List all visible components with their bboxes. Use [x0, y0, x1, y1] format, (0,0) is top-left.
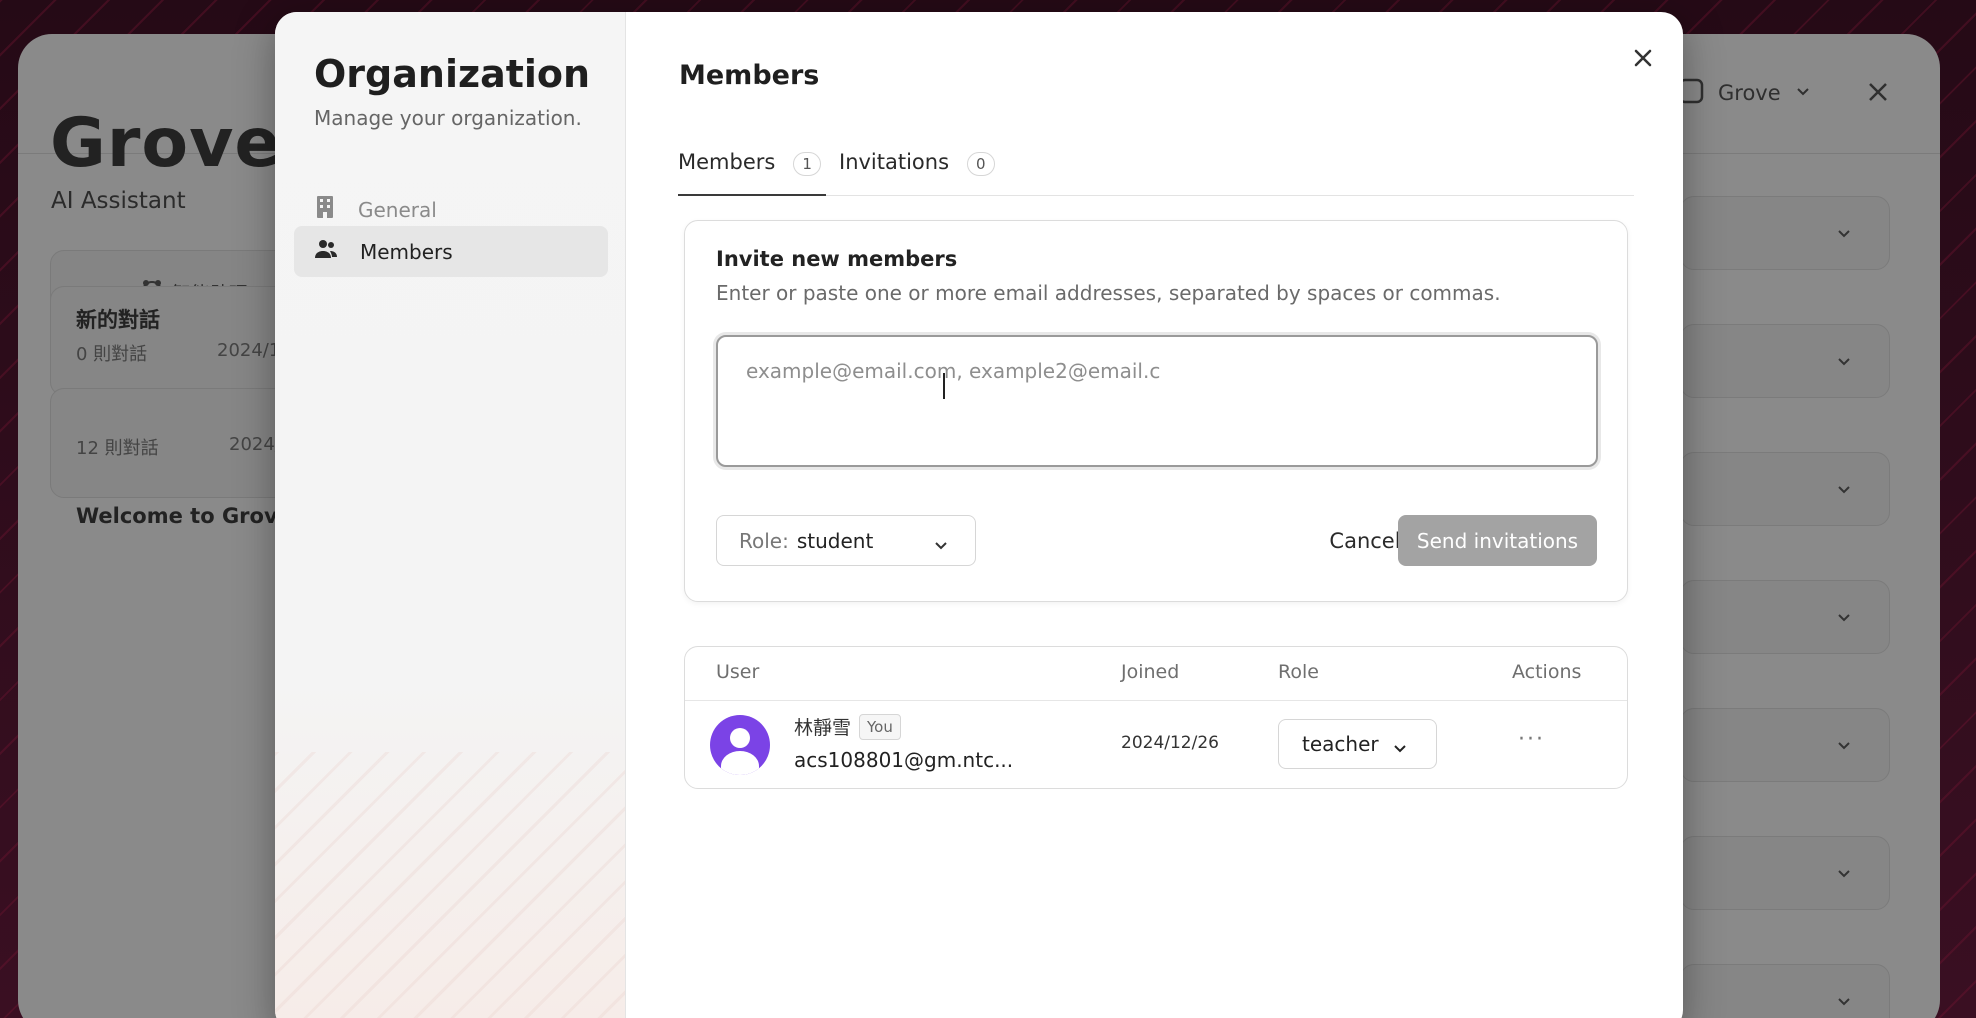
building-icon — [314, 195, 336, 224]
members-table: User Joined Role Actions 林靜雪 You acs1088… — [684, 646, 1628, 789]
collapsible-row[interactable] — [1680, 836, 1890, 910]
chevron-down-icon — [1836, 350, 1852, 374]
chevron-down-icon — [1836, 862, 1852, 886]
column-header-role: Role — [1278, 661, 1319, 683]
workspace-switcher[interactable]: Grove — [1678, 78, 1811, 108]
sidebar-item-label: General — [358, 197, 437, 222]
tab-label: Invitations — [839, 150, 950, 174]
chevron-down-icon — [1836, 606, 1852, 630]
user-name: 林靜雪 — [794, 717, 852, 739]
workspace-name: Grove — [1718, 81, 1781, 105]
email-input[interactable] — [716, 335, 1598, 467]
app-subtitle: AI Assistant — [51, 188, 186, 214]
modal-sidebar: Organization Manage your organization. G… — [275, 12, 626, 1018]
organization-subtitle: Manage your organization. — [314, 106, 582, 130]
chevron-down-icon — [1795, 83, 1811, 103]
collapsible-row[interactable] — [1680, 708, 1890, 782]
more-actions-icon[interactable]: ··· — [1518, 727, 1545, 752]
member-role-select[interactable]: teacher — [1278, 719, 1437, 769]
app-title: Grove — [50, 104, 282, 183]
column-header-user: User — [716, 661, 760, 683]
user-email: acs108801@gm.ntc... — [794, 748, 1014, 772]
user-name-cell: 林靜雪 You — [794, 713, 901, 740]
chevron-down-icon — [1836, 222, 1852, 246]
chevron-down-icon — [1392, 737, 1408, 761]
conversation-count: 12 則對話 — [76, 438, 159, 459]
invite-description: Enter or paste one or more email address… — [716, 281, 1501, 305]
sidebar-item-label: Members — [360, 239, 453, 264]
you-badge: You — [859, 713, 901, 740]
collapsible-row[interactable] — [1680, 580, 1890, 654]
collapsible-row[interactable] — [1680, 452, 1890, 526]
invite-title: Invite new members — [716, 247, 958, 271]
role-select-value: student — [796, 528, 874, 553]
page-title: Members — [679, 60, 820, 91]
chevron-down-icon — [1836, 478, 1852, 502]
conversation-title: 新的對話 — [76, 308, 160, 332]
tab-label: Members — [678, 150, 776, 174]
count-badge: 0 — [967, 152, 995, 176]
organization-modal: Organization Manage your organization. G… — [275, 12, 1683, 1018]
column-header-joined: Joined — [1121, 661, 1180, 683]
role-select[interactable]: Role: student — [716, 515, 976, 566]
chevron-down-icon — [1836, 734, 1852, 758]
tab-invitations[interactable]: Invitations 0 — [839, 136, 995, 196]
column-header-actions: Actions — [1512, 661, 1582, 683]
conversation-count: 0 則對話 — [76, 344, 148, 365]
collapsible-row[interactable] — [1680, 324, 1890, 398]
tab-members[interactable]: Members 1 — [678, 136, 826, 196]
send-invitations-button[interactable]: Send invitations — [1398, 515, 1597, 566]
chevron-down-icon — [933, 534, 949, 558]
conversation-title: Welcome to Grove — [76, 504, 292, 528]
joined-date: 2024/12/26 — [1121, 733, 1219, 753]
app-close-icon[interactable] — [1866, 80, 1890, 108]
count-badge: 1 — [793, 152, 821, 176]
text-caret — [943, 373, 945, 399]
sidebar-decoration — [275, 752, 625, 1018]
organization-title: Organization — [314, 52, 591, 96]
member-role-value: teacher — [1302, 732, 1379, 756]
avatar — [710, 715, 770, 775]
conversation-date: 2024/1 — [217, 340, 281, 361]
invite-card: Invite new members Enter or paste one or… — [684, 220, 1628, 602]
chevron-down-icon — [1836, 990, 1852, 1014]
conversation-date: 2024/ — [229, 434, 281, 455]
tab-bar: Members 1 Invitations 0 — [678, 136, 1634, 196]
collapsible-row[interactable] — [1680, 964, 1890, 1018]
collapsible-row[interactable] — [1680, 196, 1890, 270]
sidebar-item-members[interactable]: Members — [294, 226, 608, 277]
role-select-label: Role: — [739, 528, 789, 553]
header-divider — [685, 700, 1627, 701]
users-icon — [314, 239, 338, 264]
close-icon[interactable] — [1627, 42, 1659, 74]
